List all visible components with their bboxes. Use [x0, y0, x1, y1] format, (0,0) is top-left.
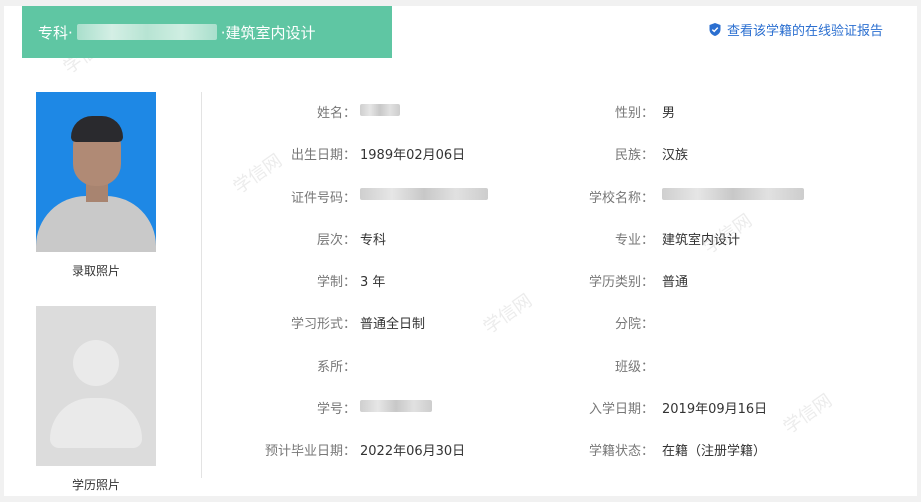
divider	[201, 92, 202, 478]
enroll-value: 2019年09月16日	[662, 402, 768, 418]
birth-value: 1989年02月06日	[360, 148, 466, 164]
id-label: 证件号码：	[290, 190, 356, 206]
branch-label: 分院：	[614, 317, 654, 333]
study-form-value: 普通全日制	[360, 317, 426, 333]
verify-report-link[interactable]: 查看该学籍的在线验证报告	[709, 20, 883, 39]
study-form-label: 学习形式：	[290, 317, 356, 333]
student-no-label: 学号：	[316, 402, 356, 418]
birth-label: 出生日期：	[290, 148, 356, 164]
field-row: 姓名： 性别： 男	[205, 96, 905, 138]
edu-type-value: 普通	[662, 275, 689, 291]
record-title-suffix: ·建筑室内设计	[220, 23, 316, 42]
major-value: 建筑室内设计	[662, 232, 741, 248]
field-row: 学号： 入学日期： 2019年09月16日	[205, 392, 905, 434]
gender-value: 男	[662, 106, 676, 121]
class-label: 班级：	[614, 359, 654, 375]
ethnicity-value: 汉族	[662, 148, 689, 164]
department-label: 系所：	[316, 359, 356, 375]
major-label: 专业：	[614, 232, 654, 248]
field-row: 证件号码： 学校名称：	[205, 181, 905, 223]
school-value-redacted	[662, 187, 804, 202]
status-value: 在籍（注册学籍）	[662, 444, 767, 460]
field-row: 层次： 专科 专业： 建筑室内设计	[205, 223, 905, 265]
redacted-school	[76, 24, 217, 40]
edu-type-label: 学历类别：	[588, 275, 654, 291]
level-value: 专科	[360, 232, 387, 248]
photo-column: 录取照片 学历照片	[36, 92, 156, 496]
record-title-prefix: 专科·	[38, 23, 73, 42]
name-value-redacted	[360, 102, 400, 117]
record-fields: 姓名： 性别： 男 出生日期： 1989年02月06日 民族： 汉族 证件号码：…	[205, 96, 905, 477]
duration-value: 3 年	[360, 275, 386, 291]
grad-value: 2022年06月30日	[360, 444, 466, 460]
level-label: 层次：	[316, 232, 356, 248]
avatar-placeholder-icon	[73, 340, 119, 386]
field-row: 出生日期： 1989年02月06日 民族： 汉族	[205, 138, 905, 180]
id-value-redacted	[360, 187, 488, 202]
school-label: 学校名称：	[588, 190, 654, 206]
status-label: 学籍状态：	[588, 444, 654, 460]
ethnicity-label: 民族：	[614, 148, 654, 164]
field-row: 预计毕业日期： 2022年06月30日 学籍状态： 在籍（注册学籍）	[205, 434, 905, 476]
field-row: 学制： 3 年 学历类别： 普通	[205, 265, 905, 307]
enroll-label: 入学日期：	[588, 402, 654, 418]
name-label: 姓名：	[316, 106, 356, 121]
field-row: 系所： 班级：	[205, 350, 905, 392]
admission-photo-label: 录取照片	[71, 264, 120, 278]
student-no-value-redacted	[360, 398, 432, 413]
gender-label: 性别：	[614, 106, 654, 121]
shield-check-icon	[709, 23, 721, 36]
grad-label: 预计毕业日期：	[264, 444, 356, 460]
verify-report-label: 查看该学籍的在线验证报告	[726, 24, 883, 39]
diploma-photo-placeholder	[36, 306, 156, 466]
admission-photo	[36, 92, 156, 252]
record-title-bar: 专科· ·建筑室内设计	[22, 6, 392, 58]
duration-label: 学制：	[316, 275, 356, 291]
field-row: 学习形式： 普通全日制 分院：	[205, 307, 905, 349]
diploma-photo-label: 学历照片	[71, 478, 120, 492]
